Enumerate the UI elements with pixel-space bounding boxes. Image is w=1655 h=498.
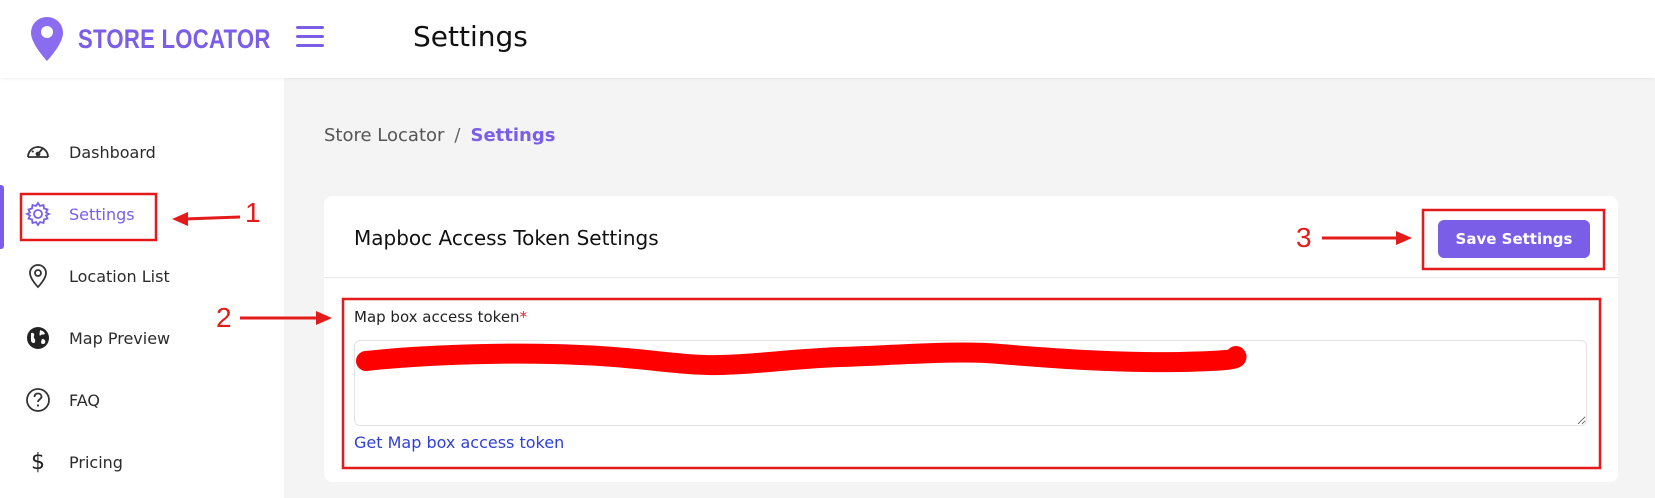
get-token-link[interactable]: Get Map box access token bbox=[354, 433, 564, 452]
sidebar-item-faq[interactable]: FAQ bbox=[0, 372, 284, 428]
sidebar-item-dashboard[interactable]: Dashboard bbox=[0, 124, 284, 180]
sidebar-item-label: Settings bbox=[69, 204, 135, 224]
required-marker: * bbox=[519, 308, 528, 326]
globe-icon bbox=[24, 324, 52, 352]
menu-toggle-icon[interactable] bbox=[296, 26, 324, 50]
sidebar: Dashboard Settings Location List Map Pre… bbox=[0, 78, 284, 498]
save-settings-button[interactable]: Save Settings bbox=[1438, 220, 1590, 258]
annotation-number-1: 1 bbox=[245, 197, 261, 228]
annotation-number-2: 2 bbox=[216, 302, 232, 333]
settings-card: Mapboc Access Token Settings Save Settin… bbox=[324, 196, 1618, 482]
top-header: STORE LOCATOR Settings bbox=[0, 0, 1655, 78]
page-title: Settings bbox=[413, 20, 528, 53]
brand-name: STORE LOCATOR bbox=[78, 23, 271, 54]
speedometer-icon bbox=[24, 138, 52, 166]
main-content: Store Locator / Settings Mapboc Access T… bbox=[284, 78, 1655, 498]
sidebar-item-label: Pricing bbox=[69, 452, 123, 472]
card-title: Mapboc Access Token Settings bbox=[354, 226, 659, 250]
token-label-text: Map box access token bbox=[354, 308, 520, 326]
breadcrumb: Store Locator / Settings bbox=[324, 125, 555, 146]
sidebar-item-pricing[interactable]: $ Pricing bbox=[0, 434, 284, 490]
question-circle-icon bbox=[24, 386, 52, 414]
annotation-number-3: 3 bbox=[1296, 222, 1312, 253]
gear-icon bbox=[24, 200, 52, 228]
card-header: Mapboc Access Token Settings Save Settin… bbox=[324, 196, 1618, 278]
sidebar-item-settings[interactable]: Settings bbox=[0, 186, 284, 242]
dollar-icon: $ bbox=[31, 449, 45, 475]
brand-logo[interactable]: STORE LOCATOR bbox=[30, 16, 313, 62]
token-field-label: Map box access token* bbox=[354, 308, 527, 326]
breadcrumb-current: Settings bbox=[470, 125, 556, 146]
sidebar-item-label: FAQ bbox=[69, 390, 100, 410]
sidebar-item-map-preview[interactable]: Map Preview bbox=[0, 310, 284, 366]
breadcrumb-parent-link[interactable]: Store Locator bbox=[324, 125, 444, 146]
location-pin-logo-icon bbox=[31, 17, 63, 61]
sidebar-item-location-list[interactable]: Location List bbox=[0, 248, 284, 304]
access-token-textarea[interactable] bbox=[354, 340, 1587, 426]
map-pin-icon bbox=[24, 262, 52, 290]
sidebar-item-label: Location List bbox=[69, 266, 170, 286]
breadcrumb-separator: / bbox=[454, 125, 461, 146]
sidebar-item-label: Dashboard bbox=[69, 142, 156, 162]
sidebar-item-label: Map Preview bbox=[69, 328, 171, 348]
